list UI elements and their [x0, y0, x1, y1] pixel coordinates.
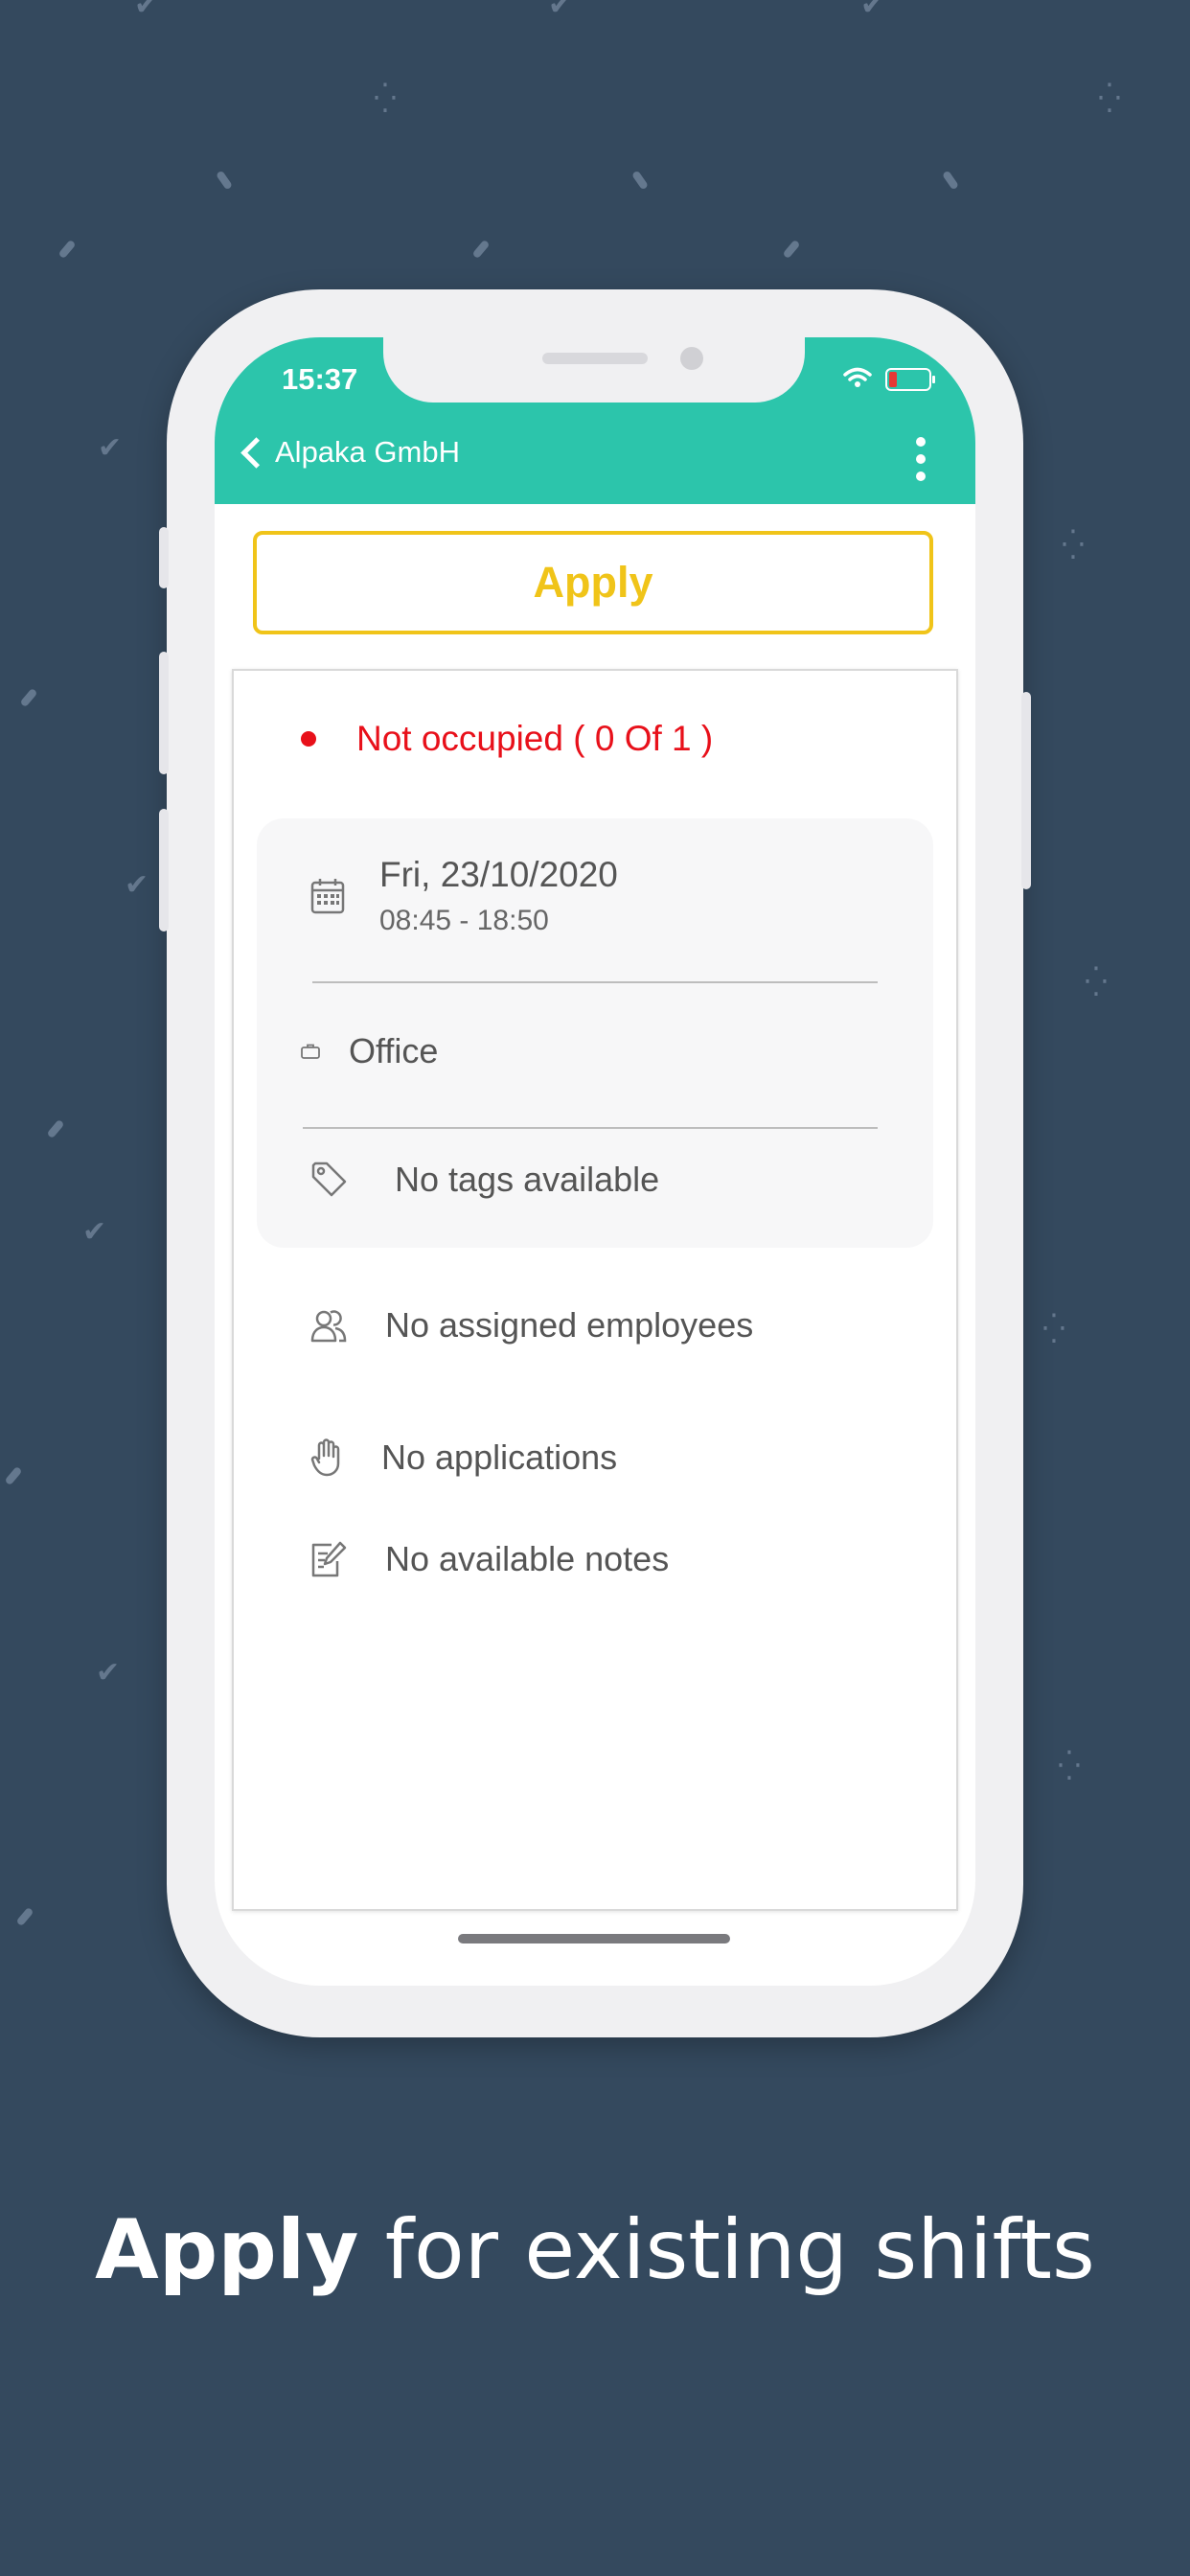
app-header: 15:37 Alpaka GmbH — [215, 337, 975, 504]
calendar-icon — [310, 855, 345, 937]
bg-spinner-mark: ⁛ — [1085, 966, 1108, 1000]
more-vertical-icon[interactable] — [916, 437, 927, 481]
status-icons — [843, 366, 935, 393]
occupancy-status-text: Not occupied ( 0 Of 1 ) — [356, 719, 714, 758]
bg-check-mark: ✔ — [98, 431, 123, 465]
occupancy-status: Not occupied ( 0 Of 1 ) — [301, 719, 713, 759]
divider — [312, 981, 878, 983]
nav-title: Alpaka GmbH — [275, 435, 460, 469]
bg-dash — [46, 1118, 65, 1139]
tag-icon — [310, 1161, 349, 1199]
marketing-tagline: Apply for existing shifts — [0, 2202, 1190, 2298]
bg-dash — [4, 1465, 23, 1486]
bg-dash — [630, 170, 650, 191]
phone-camera — [680, 347, 703, 370]
bg-check-mark: ✔ — [860, 0, 885, 22]
phone-screen: 15:37 Alpaka GmbH Apply Not occupied ( 0… — [215, 337, 975, 1986]
bg-check-mark: ✔ — [548, 0, 573, 22]
tags-row: No tags available — [310, 1160, 659, 1200]
phone-notch — [383, 337, 805, 402]
bg-dash — [15, 1906, 34, 1927]
bg-check-mark: ✔ — [82, 1215, 107, 1249]
bg-dash — [782, 239, 801, 260]
home-indicator[interactable] — [458, 1934, 730, 1944]
bg-spinner-mark: ⁛ — [374, 82, 397, 116]
people-icon — [310, 1308, 347, 1343]
applications-text: No applications — [381, 1438, 618, 1477]
bg-dash — [471, 239, 491, 260]
bg-check-mark: ✔ — [125, 868, 149, 902]
phone-mockup: 15:37 Alpaka GmbH Apply Not occupied ( 0… — [159, 289, 1031, 2037]
assigned-employees-text: No assigned employees — [385, 1305, 754, 1345]
bg-spinner-mark: ⁛ — [1042, 1313, 1065, 1346]
briefcase-icon — [301, 1044, 320, 1059]
phone-side-button — [159, 652, 169, 774]
wifi-icon — [843, 366, 872, 393]
shift-date: Fri, 23/10/2020 — [379, 855, 618, 894]
bg-spinner-mark: ⁛ — [1098, 82, 1121, 116]
back-button[interactable]: Alpaka GmbH — [238, 435, 460, 470]
divider — [303, 1127, 878, 1129]
phone-speaker — [542, 353, 648, 364]
phone-side-button — [159, 527, 169, 588]
bg-spinner-mark: ⁛ — [1062, 529, 1085, 563]
chevron-left-icon — [240, 436, 272, 469]
notes-icon — [310, 1540, 347, 1578]
assigned-employees-row: No assigned employees — [310, 1305, 753, 1346]
tagline-bold: Apply — [95, 2202, 359, 2298]
bg-check-mark: ✔ — [134, 0, 159, 22]
notes-row: No available notes — [310, 1539, 669, 1579]
status-dot — [301, 731, 316, 747]
hand-icon — [310, 1438, 343, 1477]
bg-dash — [57, 239, 77, 260]
battery-icon — [885, 368, 935, 391]
date-row: Fri, 23/10/2020 08:45 - 18:50 — [310, 855, 618, 937]
shift-time-range: 08:45 - 18:50 — [379, 905, 549, 936]
tagline-rest: for existing shifts — [358, 2202, 1095, 2298]
notes-text: No available notes — [385, 1539, 670, 1578]
location-row: Office — [301, 1031, 438, 1071]
apply-button[interactable]: Apply — [253, 531, 933, 634]
shift-detail-card: Not occupied ( 0 Of 1 ) Fri, 23/10/2020 … — [232, 669, 958, 1911]
bg-dash — [215, 170, 234, 191]
bg-spinner-mark: ⁛ — [1058, 1750, 1081, 1783]
shift-info-box: Fri, 23/10/2020 08:45 - 18:50 Office No … — [257, 818, 933, 1248]
applications-row: No applications — [310, 1438, 617, 1478]
bg-check-mark: ✔ — [96, 1656, 121, 1690]
phone-side-button — [159, 809, 169, 932]
shift-location: Office — [349, 1031, 439, 1070]
shift-tags: No tags available — [395, 1160, 660, 1199]
bg-dash — [941, 170, 960, 191]
phone-side-button — [1021, 692, 1031, 889]
bg-dash — [19, 687, 38, 708]
status-time: 15:37 — [282, 362, 358, 396]
